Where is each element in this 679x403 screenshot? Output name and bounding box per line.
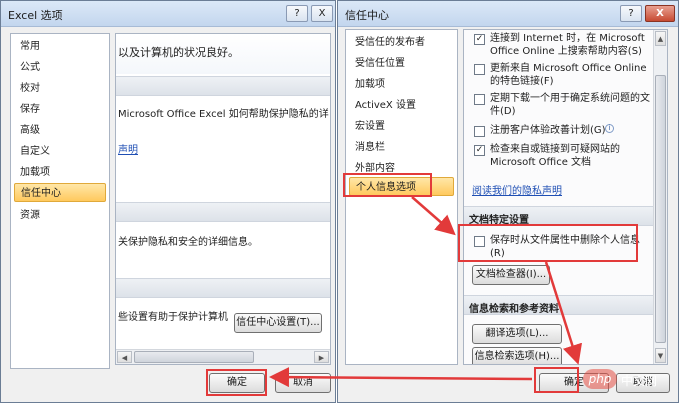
section-band-3 [116, 278, 330, 298]
nav-item-trusted-locations[interactable]: 受信任位置 [349, 54, 454, 73]
scroll-up-icon[interactable]: ▲ [655, 31, 666, 46]
diagnostics-checkbox[interactable] [474, 94, 485, 105]
scroll-down-icon[interactable]: ▼ [655, 348, 666, 363]
content-line-3: 关保护隐私和安全的详细信息。 [118, 237, 258, 248]
excel-options-nav: 常用 公式 校对 保存 高级 自定义 加载项 信任中心 资源 [10, 33, 110, 369]
option-diagnostics: 定期下载一个用于确定系统问题的文 件(D) i [474, 92, 667, 118]
research-options-button[interactable]: 信息检索选项(H)... [472, 347, 562, 364]
watermark-logo: php [583, 369, 617, 389]
excel-options-content: 以及计算机的状况良好。 Microsoft Office Excel 如何帮助保… [115, 33, 331, 365]
excel-options-title: Excel 选项 [8, 9, 63, 22]
nav-item-formulas[interactable]: 公式 [14, 58, 106, 77]
diagnostics-label: 定期下载一个用于确定系统问题的文 件(D) [490, 93, 650, 117]
info-icon: i [605, 124, 614, 133]
excel-options-titlebar: Excel 选项 ? X [1, 1, 335, 27]
online-help-checkbox[interactable]: ✓ [474, 34, 485, 45]
content-line-2: Microsoft Office Excel 如何帮助保护隐私的详 [118, 109, 329, 120]
nav-item-customize[interactable]: 自定义 [14, 142, 106, 161]
ceip-label: 注册客户体验改善计划(G) [490, 125, 606, 136]
nav-item-addins[interactable]: 加载项 [14, 163, 106, 182]
content-line-4: 些设置有助于保护计算机 [118, 312, 228, 323]
trust-center-content: ✓ 连接到 Internet 时，在 Microsoft Office Onli… [463, 29, 668, 365]
featured-links-label: 更新来自 Microsoft Office Online 的特色链接(F) [490, 63, 647, 87]
trust-center-settings-button[interactable]: 信任中心设置(T)... [234, 313, 322, 333]
ceip-checkbox[interactable] [474, 126, 485, 137]
scroll-right-icon[interactable]: ▶ [314, 351, 329, 363]
nav-item-proofing[interactable]: 校对 [14, 79, 106, 98]
document-inspector-button[interactable]: 文档检查器(I)... [472, 265, 550, 285]
horizontal-scrollbar[interactable]: ◀ ▶ [116, 349, 330, 364]
nav-item-message-bar[interactable]: 消息栏 [349, 138, 454, 157]
section-band-2 [116, 202, 330, 222]
option-suspicious-sites: ✓ 检查来自或链接到可疑网站的 Microsoft Office 文档 [474, 143, 667, 169]
help-button[interactable]: ? [286, 5, 308, 22]
suspicious-sites-checkbox[interactable]: ✓ [474, 145, 485, 156]
excel-cancel-button[interactable]: 取消 [275, 373, 331, 393]
doc-settings-band: 文档特定设置 [464, 206, 667, 226]
vertical-scrollbar[interactable]: ▲ ▼ [653, 30, 667, 364]
research-band: 信息检索和参考资料 [464, 295, 667, 315]
nav-item-trust-center[interactable]: 信任中心 [14, 183, 106, 202]
close-button[interactable]: X [645, 5, 675, 22]
nav-item-macro[interactable]: 宏设置 [349, 117, 454, 136]
highlight-excel-ok [206, 369, 267, 396]
online-help-label: 连接到 Internet 时，在 Microsoft Office Online… [490, 33, 645, 57]
scroll-left-icon[interactable]: ◀ [117, 351, 132, 363]
nav-item-resources[interactable]: 资源 [14, 206, 106, 225]
trust-center-title: 信任中心 [345, 9, 389, 22]
nav-item-addins[interactable]: 加载项 [349, 75, 454, 94]
option-online-help: ✓ 连接到 Internet 时，在 Microsoft Office Onli… [474, 32, 667, 58]
vertical-scroll-thumb[interactable] [655, 75, 666, 343]
nav-item-advanced[interactable]: 高级 [14, 121, 106, 140]
horizontal-scroll-thumb[interactable] [134, 351, 254, 363]
option-ceip: 注册客户体验改善计划(G) i [474, 124, 667, 138]
translation-options-button[interactable]: 翻译选项(L)... [472, 324, 562, 344]
nav-item-save[interactable]: 保存 [14, 100, 106, 119]
highlight-privacy-nav [343, 173, 432, 197]
privacy-statement-link[interactable]: 声明 [118, 141, 138, 156]
excel-options-dialog: Excel 选项 ? X 常用 公式 校对 保存 高级 自定义 加载项 信任中心… [0, 0, 336, 403]
option-featured-links: 更新来自 Microsoft Office Online 的特色链接(F) i [474, 62, 667, 88]
section-band-1 [116, 76, 330, 96]
trust-center-titlebar: 信任中心 ? X [338, 1, 678, 27]
trust-center-dialog: 信任中心 ? X 受信任的发布者 受信任位置 加载项 ActiveX 设置 宏设… [337, 0, 679, 403]
suspicious-sites-label: 检查来自或链接到可疑网站的 Microsoft Office 文档 [490, 144, 620, 168]
watermark-text: 中文网 [621, 374, 658, 388]
research-title: 信息检索和参考资料 [469, 304, 559, 315]
highlight-trust-ok [534, 367, 579, 393]
featured-links-checkbox[interactable] [474, 64, 485, 75]
read-privacy-statement-link[interactable]: 阅读我们的隐私声明 [472, 182, 562, 197]
highlight-remove-personal-info [458, 224, 638, 262]
close-button[interactable]: X [311, 5, 333, 22]
nav-item-general[interactable]: 常用 [14, 37, 106, 56]
nav-item-activex[interactable]: ActiveX 设置 [349, 96, 454, 115]
content-line-1: 以及计算机的状况良好。 [118, 46, 239, 59]
trust-center-nav: 受信任的发布者 受信任位置 加载项 ActiveX 设置 宏设置 消息栏 外部内… [345, 29, 458, 365]
help-button[interactable]: ? [620, 5, 642, 22]
nav-item-trusted-publishers[interactable]: 受信任的发布者 [349, 33, 454, 52]
